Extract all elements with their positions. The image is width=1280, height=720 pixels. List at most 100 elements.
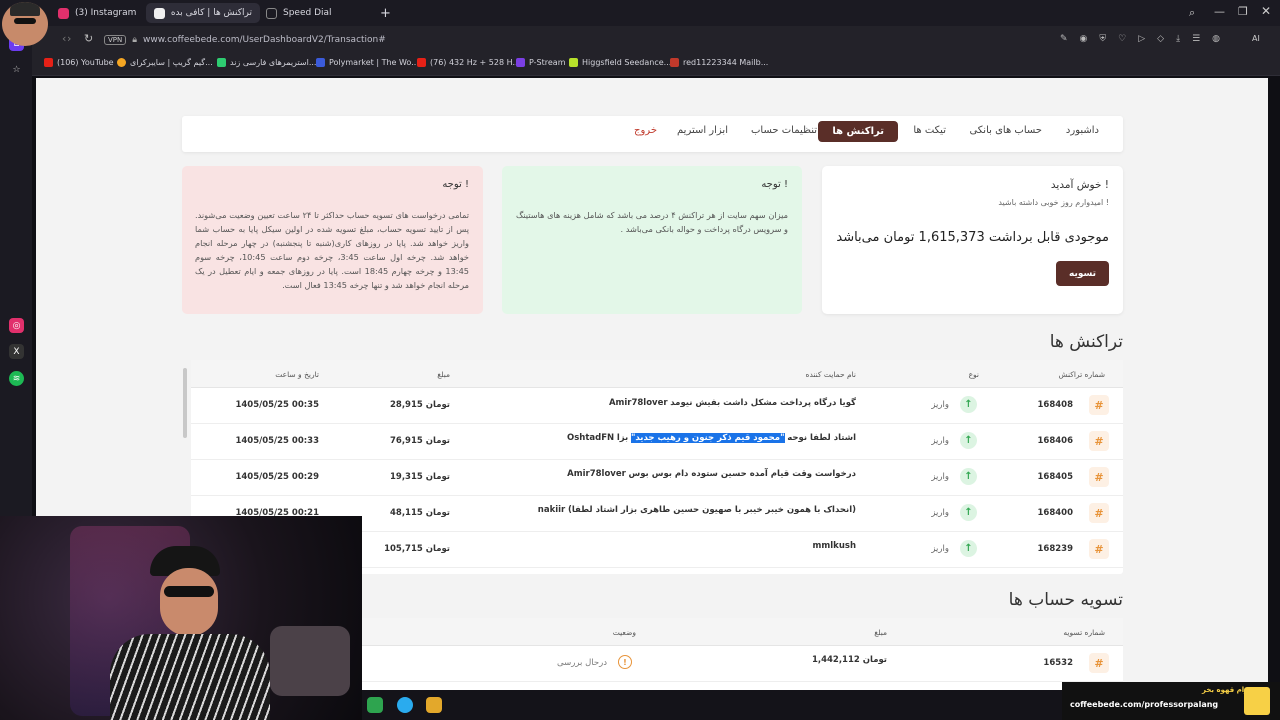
nav-transactions[interactable]: تراکنش ها <box>818 121 898 142</box>
settle-button[interactable]: تسویه <box>1056 261 1109 286</box>
bookmark-streamers[interactable]: استریمرهای فارسی زند... <box>217 58 316 67</box>
toolbar-icons: ✎ ◉ ⛨ ♡ ▷ ◇ ⤓ ☰ ◍ <box>1060 34 1220 44</box>
minimize-icon[interactable]: — <box>1214 5 1225 18</box>
streamers-icon <box>217 58 226 67</box>
table-row[interactable]: # 168406 ↑ واریز OshtadFN اشتاد لطفا نوح… <box>191 424 1123 460</box>
bookmark-polymarket[interactable]: Polymarket | The Wo... <box>316 58 419 67</box>
pending-icon: ! <box>618 655 632 669</box>
instagram-icon <box>58 7 69 19</box>
bookmark-youtube[interactable]: (106) YouTube <box>44 58 114 67</box>
bookmark-gamegrip[interactable]: گیم گریپ | سایبرکرای... <box>117 58 213 67</box>
profile-avatar[interactable] <box>2 2 48 46</box>
selected-text: "محمود قیم ذکر جنون و رهیب جدید" <box>630 433 785 443</box>
lock-icon[interactable]: 🔒︎ <box>132 35 137 45</box>
close-icon[interactable]: ✕ <box>1261 4 1271 18</box>
vpn-badge[interactable]: VPN <box>104 35 127 45</box>
x-icon[interactable]: X <box>9 344 24 359</box>
chair <box>270 626 350 696</box>
maximize-icon[interactable]: ❐ <box>1238 5 1248 18</box>
notice-green-text: میزان سهم سایت از هر تراکنش ۴ درصد می با… <box>516 210 788 234</box>
ai-badge[interactable]: AI <box>1252 34 1260 43</box>
sunglasses <box>164 586 214 597</box>
back-icon[interactable]: ‹ <box>62 32 66 45</box>
th-type: نوع <box>968 370 979 379</box>
tab-speed-dial[interactable]: Speed Dial <box>258 3 340 23</box>
reload-icon[interactable]: ↻ <box>84 32 93 45</box>
app-icon[interactable] <box>367 697 383 713</box>
star-icon[interactable]: ☆ <box>9 62 24 77</box>
telegram-icon[interactable] <box>397 697 413 713</box>
transaction-type: واریز <box>931 508 949 518</box>
transactions-header: شماره تراکنش نوع نام حمایت کننده مبلغ تا… <box>191 360 1123 388</box>
search-icon[interactable]: ⌕ <box>1189 6 1195 20</box>
bookmark-pstream[interactable]: P-Stream <box>516 58 565 67</box>
nav-tickets[interactable]: تیکت ها <box>913 125 946 136</box>
notice-green-title: توجه ! <box>761 179 788 190</box>
higgsfield-icon <box>569 58 578 67</box>
webcam-overlay <box>0 516 362 720</box>
heart-icon[interactable]: ♡ <box>1118 34 1126 44</box>
tab-instagram[interactable]: (3) Instagram <box>50 3 144 23</box>
th-datetime: تاریخ و ساعت <box>275 370 319 379</box>
game-icon[interactable] <box>426 697 442 713</box>
transaction-type: واریز <box>931 436 949 446</box>
nav-account-settings[interactable]: تنظیمات حساب <box>751 125 817 136</box>
nav-logout[interactable]: خروج <box>634 125 657 136</box>
spotify-icon[interactable]: ≋ <box>9 371 24 386</box>
transaction-supporter: nakiir (انحداک با همون خیبر خیبر با صهیو… <box>537 505 856 515</box>
hash-icon: # <box>1089 653 1109 673</box>
bookmark-mailbox[interactable]: red11223344 Mailb... <box>670 58 768 67</box>
transaction-datetime: 1405/05/25 00:29 <box>235 472 319 482</box>
face <box>160 568 218 636</box>
shield-icon[interactable]: ⛨ <box>1099 34 1106 44</box>
nav-dashboard[interactable]: داشبورد <box>1066 125 1099 136</box>
table-row[interactable]: # 168405 ↑ واریز Amir78lover درخواست وقت… <box>191 460 1123 496</box>
transaction-amount: 105,715 تومان <box>384 544 450 554</box>
table-scrollbar[interactable] <box>183 368 187 438</box>
transactions-title: تراکنش ها <box>1049 332 1123 352</box>
settlements-title: تسویه حساب ها <box>1008 590 1123 610</box>
th-amount: مبلغ <box>437 370 450 379</box>
new-tab-button[interactable]: + <box>372 3 399 23</box>
arrow-up-icon: ↑ <box>960 540 977 557</box>
notice-red-title: توجه ! <box>442 179 469 190</box>
transaction-id: 168400 <box>1037 508 1074 518</box>
transaction-type: واریز <box>931 544 949 554</box>
welcome-title: خوش آمدید ! <box>1050 179 1109 191</box>
coffee-cup-icon <box>1244 687 1270 715</box>
camera-icon[interactable]: ◉ <box>1080 34 1088 44</box>
mail-icon <box>670 58 679 67</box>
profile-icon[interactable]: ◍ <box>1212 34 1220 44</box>
bookmark-432hz[interactable]: (76) 432 Hz + 528 H... <box>417 58 520 67</box>
cube-icon[interactable]: ◇ <box>1157 34 1164 44</box>
welcome-subtitle: امیدوارم روز خوبی داشته باشید ! <box>998 198 1109 207</box>
edit-icon[interactable]: ✎ <box>1060 34 1068 44</box>
pstream-icon <box>516 58 525 67</box>
arrow-up-icon: ↑ <box>960 504 977 521</box>
nav-stream-tools[interactable]: ابزار استریم <box>677 125 728 136</box>
forward-icon[interactable]: › <box>67 32 71 45</box>
transaction-amount: 19,315 تومان <box>390 472 450 482</box>
hash-icon: # <box>1089 539 1109 559</box>
nav-bank-accounts[interactable]: حساب های بانکی <box>969 125 1042 136</box>
settlement-status: درحال بررسی <box>557 658 607 668</box>
transaction-supporter: OshtadFN اشتاد لطفا نوحه "محمود قیم ذکر … <box>567 433 856 443</box>
instagram-icon[interactable]: ◎ <box>9 318 24 333</box>
tab-transactions[interactable]: تراکنش ها | کافی بده <box>146 3 260 23</box>
transaction-amount: 28,915 تومان <box>390 400 450 410</box>
striped-jacket <box>110 634 270 720</box>
hash-icon: # <box>1089 467 1109 487</box>
settlement-amount: 1,442,112 تومان <box>811 655 887 665</box>
hash-icon: # <box>1089 431 1109 451</box>
bookmark-higgsfield[interactable]: Higgsfield Seedance... <box>569 58 671 67</box>
transaction-id: 168408 <box>1037 400 1074 410</box>
menu-icon[interactable]: ☰ <box>1192 34 1200 44</box>
coffee-promo: برام قهوه بخر! coffeebede.com/professorp… <box>1062 682 1280 720</box>
download-icon[interactable]: ⤓ <box>1176 34 1180 44</box>
settlement-id: 16532 <box>1043 658 1073 668</box>
address-bar: ‹ › ↻ VPN 🔒︎ www.coffeebede.com/UserDash… <box>0 26 1280 54</box>
transaction-id: 168405 <box>1037 472 1074 482</box>
coffeebede-icon <box>154 7 165 19</box>
table-row[interactable]: # 168408 ↑ واریز Amir78lover گویا درگاه … <box>191 388 1123 424</box>
play-icon[interactable]: ▷ <box>1138 34 1145 44</box>
